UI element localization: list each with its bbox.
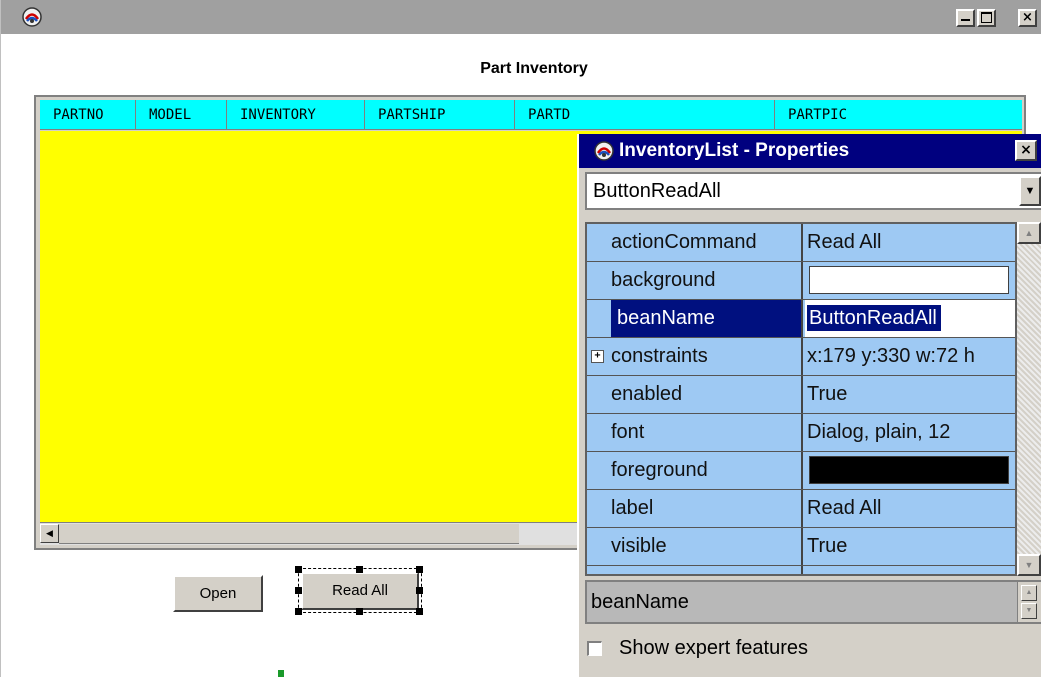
spin-up-icon[interactable]: ▲: [1021, 585, 1037, 601]
property-row-constraints[interactable]: + constraints x:179 y:330 w:72 h: [587, 338, 1015, 376]
color-swatch-black[interactable]: [809, 456, 1009, 484]
bean-selector[interactable]: ButtonReadAll ▼: [585, 172, 1041, 210]
property-row-visible[interactable]: visible True: [587, 528, 1015, 566]
maximize-button[interactable]: [977, 9, 996, 27]
resize-handle-nw[interactable]: [295, 566, 302, 573]
column-header-partship[interactable]: PARTSHIP: [365, 100, 515, 130]
property-value[interactable]: True: [805, 528, 1015, 565]
chevron-down-icon[interactable]: ▼: [1019, 176, 1041, 206]
properties-title-bar[interactable]: InventoryList - Properties ×: [579, 134, 1041, 168]
property-value-editor[interactable]: ButtonReadAll: [805, 300, 1015, 337]
property-value[interactable]: Dialog, plain, 12: [805, 414, 1015, 451]
property-name: actionCommand: [611, 224, 803, 261]
property-value[interactable]: [805, 452, 1015, 489]
resize-handle-w[interactable]: [295, 587, 302, 594]
property-name-empty: [611, 566, 803, 574]
property-row-beanname[interactable]: beanName ButtonReadAll: [587, 300, 1015, 338]
resize-handle-ne[interactable]: [416, 566, 423, 573]
resize-handle-s[interactable]: [356, 608, 363, 615]
selected-text[interactable]: ButtonReadAll: [807, 305, 941, 331]
maximize-icon: [981, 12, 992, 23]
property-name: foreground: [611, 452, 803, 489]
resize-handle-e[interactable]: [416, 587, 423, 594]
page-title: Part Inventory: [480, 60, 588, 77]
close-icon[interactable]: ×: [1015, 140, 1037, 161]
grid-header: PARTNO MODEL INVENTORY PARTSHIP PARTD PA…: [40, 100, 1022, 130]
property-name: enabled: [611, 376, 803, 413]
property-name: font: [611, 414, 803, 451]
description-scroll[interactable]: ▲ ▼: [1017, 582, 1041, 622]
bean-selector-value: ButtonReadAll: [593, 180, 721, 202]
title-bar[interactable]: ×: [1, 0, 1041, 34]
property-value[interactable]: Read All: [805, 490, 1015, 527]
property-name: label: [611, 490, 803, 527]
description-field: beanName ▲ ▼: [585, 580, 1041, 624]
java-app-icon: [594, 141, 614, 161]
property-value[interactable]: True: [805, 376, 1015, 413]
resize-handle-n[interactable]: [356, 566, 363, 573]
scroll-left-icon[interactable]: ◀: [40, 524, 59, 543]
property-row-partial: [587, 566, 1015, 574]
property-name: background: [611, 262, 803, 299]
read-all-button[interactable]: Read All: [301, 572, 419, 610]
property-name: beanName: [611, 300, 803, 337]
expert-features-label[interactable]: Show expert features: [619, 634, 808, 662]
property-row-foreground[interactable]: foreground: [587, 452, 1015, 490]
scroll-down-icon[interactable]: ▼: [1017, 554, 1041, 576]
property-value[interactable]: [805, 262, 1015, 299]
minimize-button[interactable]: [956, 9, 975, 27]
property-sheet: actionCommand Read All background beanNa…: [585, 222, 1017, 576]
column-header-inventory[interactable]: INVENTORY: [227, 100, 365, 130]
spin-down-icon[interactable]: ▼: [1021, 603, 1037, 619]
java-app-icon: [22, 7, 42, 27]
green-marker: [278, 670, 284, 677]
scrollbar-track[interactable]: [59, 524, 519, 544]
column-header-partpic[interactable]: PARTPIC: [775, 100, 1022, 130]
property-row-label[interactable]: label Read All: [587, 490, 1015, 528]
properties-dialog: InventoryList - Properties × ButtonReadA…: [577, 134, 1041, 677]
column-header-partd[interactable]: PARTD: [515, 100, 775, 130]
scroll-up-icon[interactable]: ▲: [1017, 222, 1041, 244]
property-value[interactable]: x:179 y:330 w:72 h: [805, 338, 1015, 375]
expert-features-checkbox[interactable]: [587, 641, 602, 656]
property-value[interactable]: Read All: [805, 224, 1015, 261]
vertical-scrollbar[interactable]: ▲ ▼: [1017, 222, 1041, 576]
property-row-actioncommand[interactable]: actionCommand Read All: [587, 224, 1015, 262]
column-header-partno[interactable]: PARTNO: [40, 100, 136, 130]
property-row-font[interactable]: font Dialog, plain, 12: [587, 414, 1015, 452]
open-button[interactable]: Open: [173, 575, 263, 612]
resize-handle-sw[interactable]: [295, 608, 302, 615]
resize-handle-se[interactable]: [416, 608, 423, 615]
property-row-background[interactable]: background: [587, 262, 1015, 300]
property-name: constraints: [611, 338, 803, 375]
color-swatch-white[interactable]: [809, 266, 1009, 294]
properties-title: InventoryList - Properties: [619, 140, 850, 161]
column-header-model[interactable]: MODEL: [136, 100, 227, 130]
property-row-enabled[interactable]: enabled True: [587, 376, 1015, 414]
close-button[interactable]: ×: [1018, 9, 1037, 27]
expand-icon[interactable]: +: [591, 350, 604, 363]
close-icon: ×: [1022, 10, 1033, 25]
minimize-icon: [961, 19, 970, 21]
property-name: visible: [611, 528, 803, 565]
description-text: beanName: [591, 591, 689, 613]
